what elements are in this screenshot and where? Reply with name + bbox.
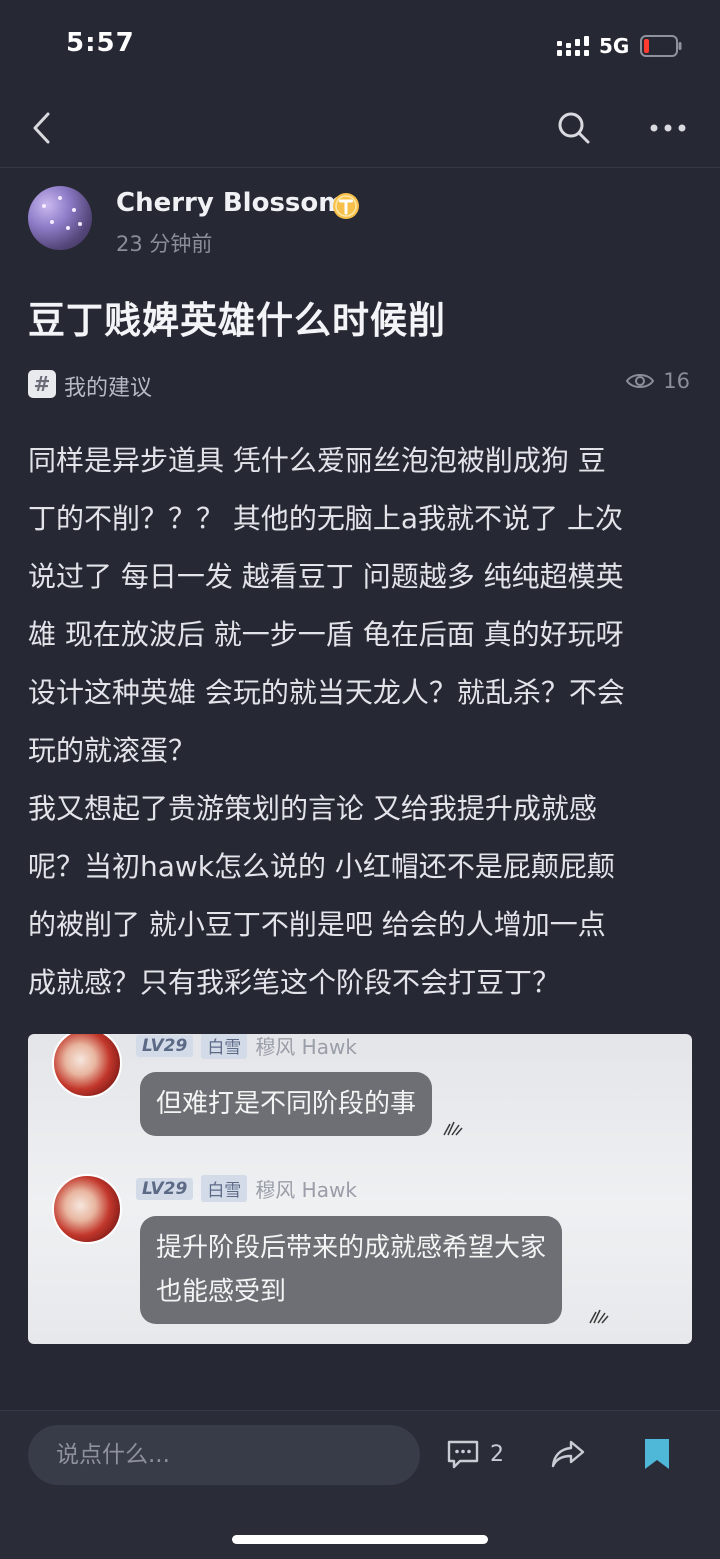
more-horizontal-icon	[650, 124, 686, 132]
signal-icon	[557, 36, 589, 56]
body-line: 雄 现在放波后 就一步一盾 龟在后面 真的好玩呀	[28, 618, 624, 651]
bookmark-button[interactable]	[642, 1437, 672, 1475]
chevron-left-icon	[33, 112, 50, 144]
grass-decor-icon	[443, 1121, 463, 1136]
more-button[interactable]	[646, 108, 690, 148]
comment-icon	[447, 1440, 479, 1469]
bookmark-icon	[645, 1439, 669, 1469]
body-line: 的被削了 就小豆丁不削是吧 给会的人增加一点	[28, 908, 606, 941]
body-line: 设计这种英雄 会玩的就当天龙人？就乱杀？不会	[28, 676, 625, 709]
author-name[interactable]: Cherry Blossom	[116, 188, 345, 218]
battery-icon	[640, 35, 682, 57]
eye-icon	[626, 374, 655, 388]
comment-input[interactable]: 说点什么...	[28, 1425, 420, 1485]
topic-label[interactable]: 我的建议	[64, 370, 152, 402]
comment-count: 2	[490, 1441, 504, 1467]
body-line: 玩的就滚蛋？	[28, 734, 197, 767]
body-line: 同样是异步道具 凭什么爱丽丝泡泡被削成狗 豆	[28, 444, 606, 477]
home-indicator	[232, 1535, 488, 1544]
search-icon	[558, 112, 590, 144]
chat-bubble: 提升阶段后带来的成就感希望大家 也能感受到	[140, 1216, 563, 1324]
title-chip: 白雪	[201, 1034, 248, 1059]
post-title: 豆丁贱婢英雄什么时候削	[28, 299, 446, 342]
body-line: 我又想起了贵游策划的言论 又给我提升成就感	[28, 792, 597, 825]
post-timestamp: 23 分钟前	[116, 232, 213, 256]
chat-bubble: 但难打是不同阶段的事	[140, 1072, 433, 1136]
search-button[interactable]	[552, 108, 596, 148]
level-chip: LV29	[136, 1177, 194, 1200]
chat-avatar	[52, 1034, 122, 1098]
hashtag-icon: #	[28, 370, 56, 398]
bottom-bar: 说点什么... 2	[0, 1410, 720, 1559]
post-image[interactable]: LV29 白雪 穆风 Hawk 但难打是不同阶段的事 LV29 白雪 穆风 Ha…	[28, 1034, 692, 1344]
chat-avatar	[52, 1174, 122, 1244]
nav-bar	[0, 90, 720, 168]
body-line: 呢？当初hawk怎么说的 小红帽还不是屁颠屁颠	[28, 850, 615, 883]
comment-button[interactable]: 2	[446, 1439, 504, 1469]
status-time: 5:57	[66, 28, 135, 58]
author-row: Cherry Blossom 23 分钟前	[28, 186, 692, 256]
share-button[interactable]	[550, 1439, 586, 1473]
body-line: 说过了 每日一发 越看豆丁 问题越多 纯纯超模英	[28, 560, 624, 593]
chat-sender: 穆风 Hawk	[255, 1178, 357, 1202]
body-line: 成就感？只有我彩笔这个阶段不会打豆丁？	[28, 966, 561, 999]
chat-header: LV29 白雪 穆风 Hawk	[136, 1174, 357, 1203]
share-icon	[551, 1440, 585, 1468]
network-label: 5G	[599, 34, 630, 58]
chat-sender: 穆风 Hawk	[255, 1035, 357, 1059]
grass-decor-icon	[589, 1309, 609, 1324]
view-count: 16	[663, 369, 690, 393]
status-bar: 5:57 5G	[0, 0, 720, 90]
chat-bubble-line: 但难打是不同阶段的事	[156, 1089, 417, 1119]
back-button[interactable]	[20, 108, 64, 148]
avatar[interactable]	[28, 186, 92, 250]
chat-bubble-line: 提升阶段后带来的成就感希望大家	[156, 1233, 547, 1263]
topic-row: # 我的建议 16	[28, 367, 692, 403]
view-count-group: 16	[625, 369, 690, 393]
chat-header: LV29 白雪 穆风 Hawk	[136, 1034, 357, 1060]
body-line: 丁的不削？？？ 其他的无脑上a我就不说了 上次	[28, 502, 623, 535]
post-body: 同样是异步道具 凭什么爱丽丝泡泡被削成狗 豆 丁的不削？？？ 其他的无脑上a我就…	[28, 432, 696, 1012]
chat-bubble-line: 也能感受到	[156, 1277, 287, 1307]
level-chip: LV29	[136, 1034, 194, 1057]
title-chip: 白雪	[201, 1175, 248, 1202]
t-badge-icon	[333, 193, 359, 219]
